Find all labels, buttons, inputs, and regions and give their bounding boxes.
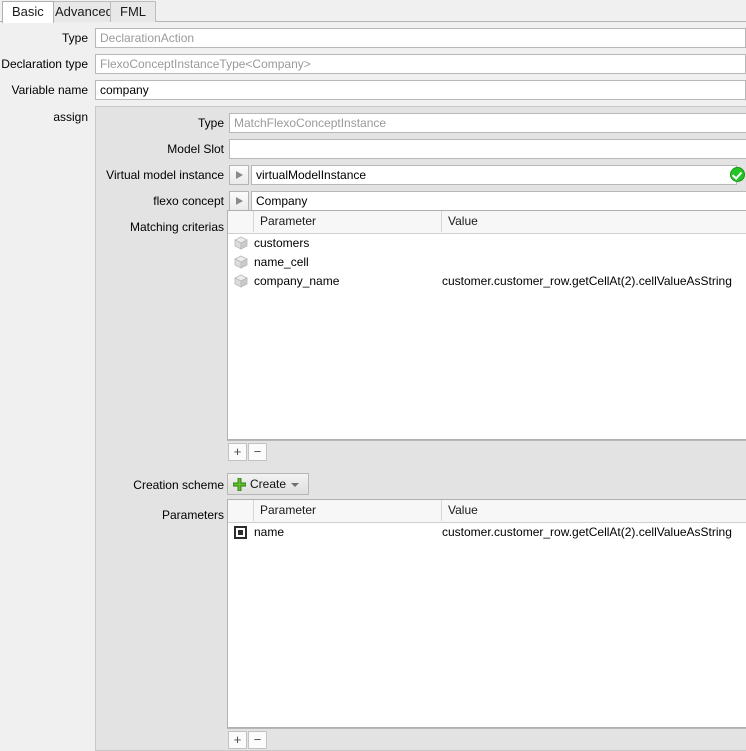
matching-table-header: Parameter Value [228,211,746,234]
chevron-down-icon[interactable] [291,483,299,487]
parameters-add-button[interactable]: + [228,731,247,749]
parameters-table-toolbar: + − ⚙ [227,728,746,750]
type-field[interactable]: DeclarationAction [95,28,746,48]
parameters-col-value[interactable]: Value [442,500,746,521]
valid-check-icon [730,167,745,182]
declaration-type-label: Declaration type [1,57,88,71]
table-row[interactable]: name customer.customer_row.getCellAt(2).… [228,523,746,542]
matching-remove-button[interactable]: − [248,443,267,461]
type-label: Type [61,31,88,45]
tab-fml[interactable]: FML [110,1,156,22]
parameters-remove-button[interactable]: − [248,731,267,749]
variable-name-field[interactable]: company [95,80,746,100]
matching-criterias-table[interactable]: Parameter Value customers name_cell comp… [227,210,746,440]
parameters-label: Parameters [161,508,224,522]
table-row[interactable]: customers [228,234,746,253]
field-square-icon [234,526,247,539]
matching-row-parameter: company_name [254,274,340,288]
virtual-model-instance-label: Virtual model instance [106,168,224,182]
assign-label: assign [53,110,88,124]
tab-bar: Basic Advanced FML [0,0,746,23]
cube-icon [234,236,248,251]
assign-type-label: Type [197,116,224,130]
tab-basic[interactable]: Basic [2,1,54,23]
parameters-table-header: Parameter Value [228,500,746,523]
parameters-row-value: customer.customer_row.getCellAt(2).cellV… [442,525,732,539]
matching-row-value: customer.customer_row.getCellAt(2).cellV… [442,274,732,288]
matching-col-parameter[interactable]: Parameter [254,211,442,232]
flexo-concept-field[interactable]: Company [251,191,746,211]
creation-scheme-label: Creation scheme [133,478,224,492]
tab-advanced-label: Advanced [55,4,113,19]
create-button[interactable]: Create [227,473,309,495]
flexo-concept-expand-icon[interactable] [229,191,249,211]
cube-icon [234,255,248,270]
tab-fml-label: FML [120,4,146,19]
assign-type-field[interactable]: MatchFlexoConceptInstance [229,113,746,133]
table-row[interactable]: name_cell [228,253,746,272]
flexo-concept-label: flexo concept [153,194,224,208]
parameters-col-parameter[interactable]: Parameter [254,500,442,521]
matching-criterias-label: Matching criterias [129,220,224,234]
virtual-model-instance-field[interactable]: virtualModelInstance [251,165,737,185]
matching-add-button[interactable]: + [228,443,247,461]
model-slot-label: Model Slot [167,142,224,156]
matching-row-parameter: customers [254,236,310,250]
matching-col-value[interactable]: Value [442,211,746,232]
virtual-model-instance-expand-icon[interactable] [229,165,249,185]
green-plus-icon [232,477,247,492]
cube-icon [234,274,248,289]
matching-row-parameter: name_cell [254,255,309,269]
parameters-table[interactable]: Parameter Value name customer.customer_r… [227,499,746,728]
create-button-label: Create [250,477,287,491]
parameters-row-parameter: name [254,525,285,539]
table-row[interactable]: company_name customer.customer_row.getCe… [228,272,746,291]
matching-col-icon[interactable] [228,211,254,232]
declaration-type-field[interactable]: FlexoConceptInstanceType<Company> [95,54,746,74]
model-slot-field[interactable] [229,139,746,159]
matching-table-toolbar: + − ⚙ [227,440,746,462]
tab-basic-label: Basic [12,4,44,19]
variable-name-label: Variable name [11,83,89,97]
basic-form-panel: Type DeclarationAction Declaration type … [0,22,746,751]
assign-panel: Type MatchFlexoConceptInstance Model Slo… [95,106,746,751]
parameters-col-icon[interactable] [228,500,254,521]
